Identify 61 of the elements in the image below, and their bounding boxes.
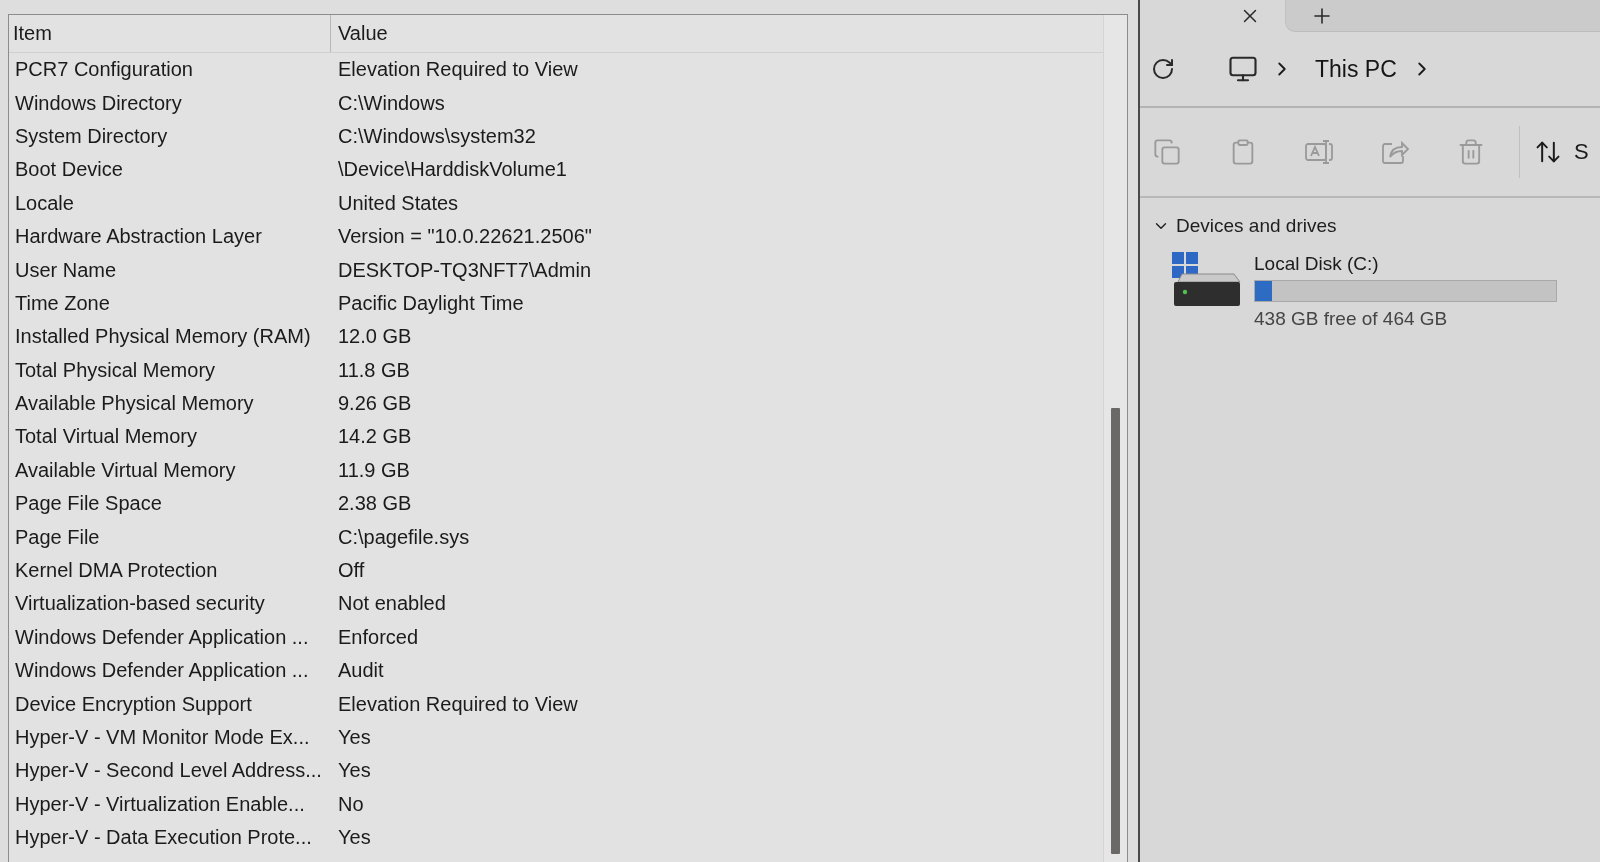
- value-cell-text: United States: [337, 191, 459, 215]
- value-cell-text: 2.38 GB: [337, 492, 412, 516]
- item-cell-text: Total Physical Memory: [14, 358, 217, 382]
- item-cell-text: Boot Device: [14, 158, 124, 182]
- item-cell-text: PCR7 Configuration: [14, 58, 194, 82]
- value-cell-text: C:\Windows\system32: [337, 124, 536, 148]
- column-header[interactable]: Value: [331, 15, 388, 52]
- item-cell-text: Hyper-V - Virtualization Enable...: [14, 792, 306, 816]
- value-cell-text: DESKTOP-TQ3NFT7\Admin: [337, 258, 592, 282]
- value-cell-text: C:\pagefile.sys: [337, 525, 470, 549]
- column-header[interactable]: Item: [9, 15, 331, 52]
- item-cell-text: Installed Physical Memory (RAM): [14, 325, 312, 349]
- value-cell-text: Yes: [337, 726, 371, 749]
- item-cell-text: Windows Defender Application ...: [14, 659, 310, 683]
- value-cell-text: Elevation Required to View: [337, 692, 578, 716]
- value-cell-text: Enforced: [337, 625, 419, 649]
- item-cell-text: Hyper-V - VM Monitor Mode Ex...: [14, 726, 311, 749]
- refresh-icon: [1151, 57, 1175, 81]
- item-cell-text: Available Virtual Memory: [14, 458, 237, 482]
- value-cell-text: Not enabled: [337, 592, 446, 616]
- monitor-icon: [1228, 54, 1258, 84]
- item-cell-text: Hyper-V - Data Execution Prote...: [14, 826, 313, 850]
- item-cell-text: Kernel DMA Protection: [14, 559, 219, 583]
- drive-free-space: 438 GB free of 464 GB: [1254, 308, 1449, 330]
- value-cell-text: No: [337, 792, 364, 816]
- item-cell-text: Virtualization-based security: [14, 592, 266, 616]
- value-cell-text: C:\Windows: [337, 91, 445, 115]
- item-cell-text: Device Encryption Support: [14, 692, 253, 716]
- item-cell-text: Page File: [14, 525, 101, 549]
- value-cell-text: 9.26 GB: [337, 392, 412, 416]
- item-cell-text: Total Virtual Memory: [14, 425, 198, 449]
- copy-icon: [1153, 138, 1181, 166]
- item-cell-text: Windows Directory: [14, 91, 183, 115]
- item-cell-text: Hardware Abstraction Layer: [14, 225, 263, 249]
- item-cell-text: Windows Defender Application ...: [14, 625, 310, 649]
- item-cell-text: Time Zone: [14, 291, 111, 315]
- value-cell-text: Version = "10.0.22621.2506": [337, 225, 592, 249]
- value-cell-text: 11.8 GB: [337, 358, 410, 382]
- rename-icon: [1304, 137, 1334, 167]
- value-cell-text: 14.2 GB: [337, 425, 412, 449]
- sort-button[interactable]: S: [1534, 138, 1589, 166]
- value-cell-text: 12.0 GB: [337, 325, 412, 349]
- trash-icon: [1457, 138, 1485, 166]
- value-cell-text: Elevation Required to View: [337, 58, 578, 82]
- drive-name[interactable]: Local Disk (C:): [1254, 252, 1559, 276]
- item-cell-text: Hyper-V - Second Level Address...: [14, 759, 323, 783]
- item-cell-text: Page File Space: [14, 492, 163, 516]
- section-header[interactable]: Devices and drives: [1140, 210, 1337, 242]
- value-cell-text: Off: [337, 559, 365, 583]
- value-cell-text: Pacific Daylight Time: [337, 291, 524, 315]
- item-cell-text: User Name: [14, 258, 118, 282]
- value-cell-text: Yes: [337, 826, 371, 850]
- value-cell-text: \Device\HarddiskVolume1: [337, 158, 567, 182]
- value-cell-text: Yes: [337, 759, 371, 783]
- item-cell-text: Locale: [14, 191, 75, 215]
- value-cell-text: 11.9 GB: [337, 458, 410, 482]
- breadcrumb[interactable]: This PC: [1311, 55, 1401, 83]
- item-cell-text: System Directory: [14, 124, 169, 148]
- value-cell-text: Audit: [337, 659, 384, 683]
- item-cell-text: Available Physical Memory: [14, 392, 255, 416]
- scrollbar-thumb[interactable]: [1111, 408, 1120, 854]
